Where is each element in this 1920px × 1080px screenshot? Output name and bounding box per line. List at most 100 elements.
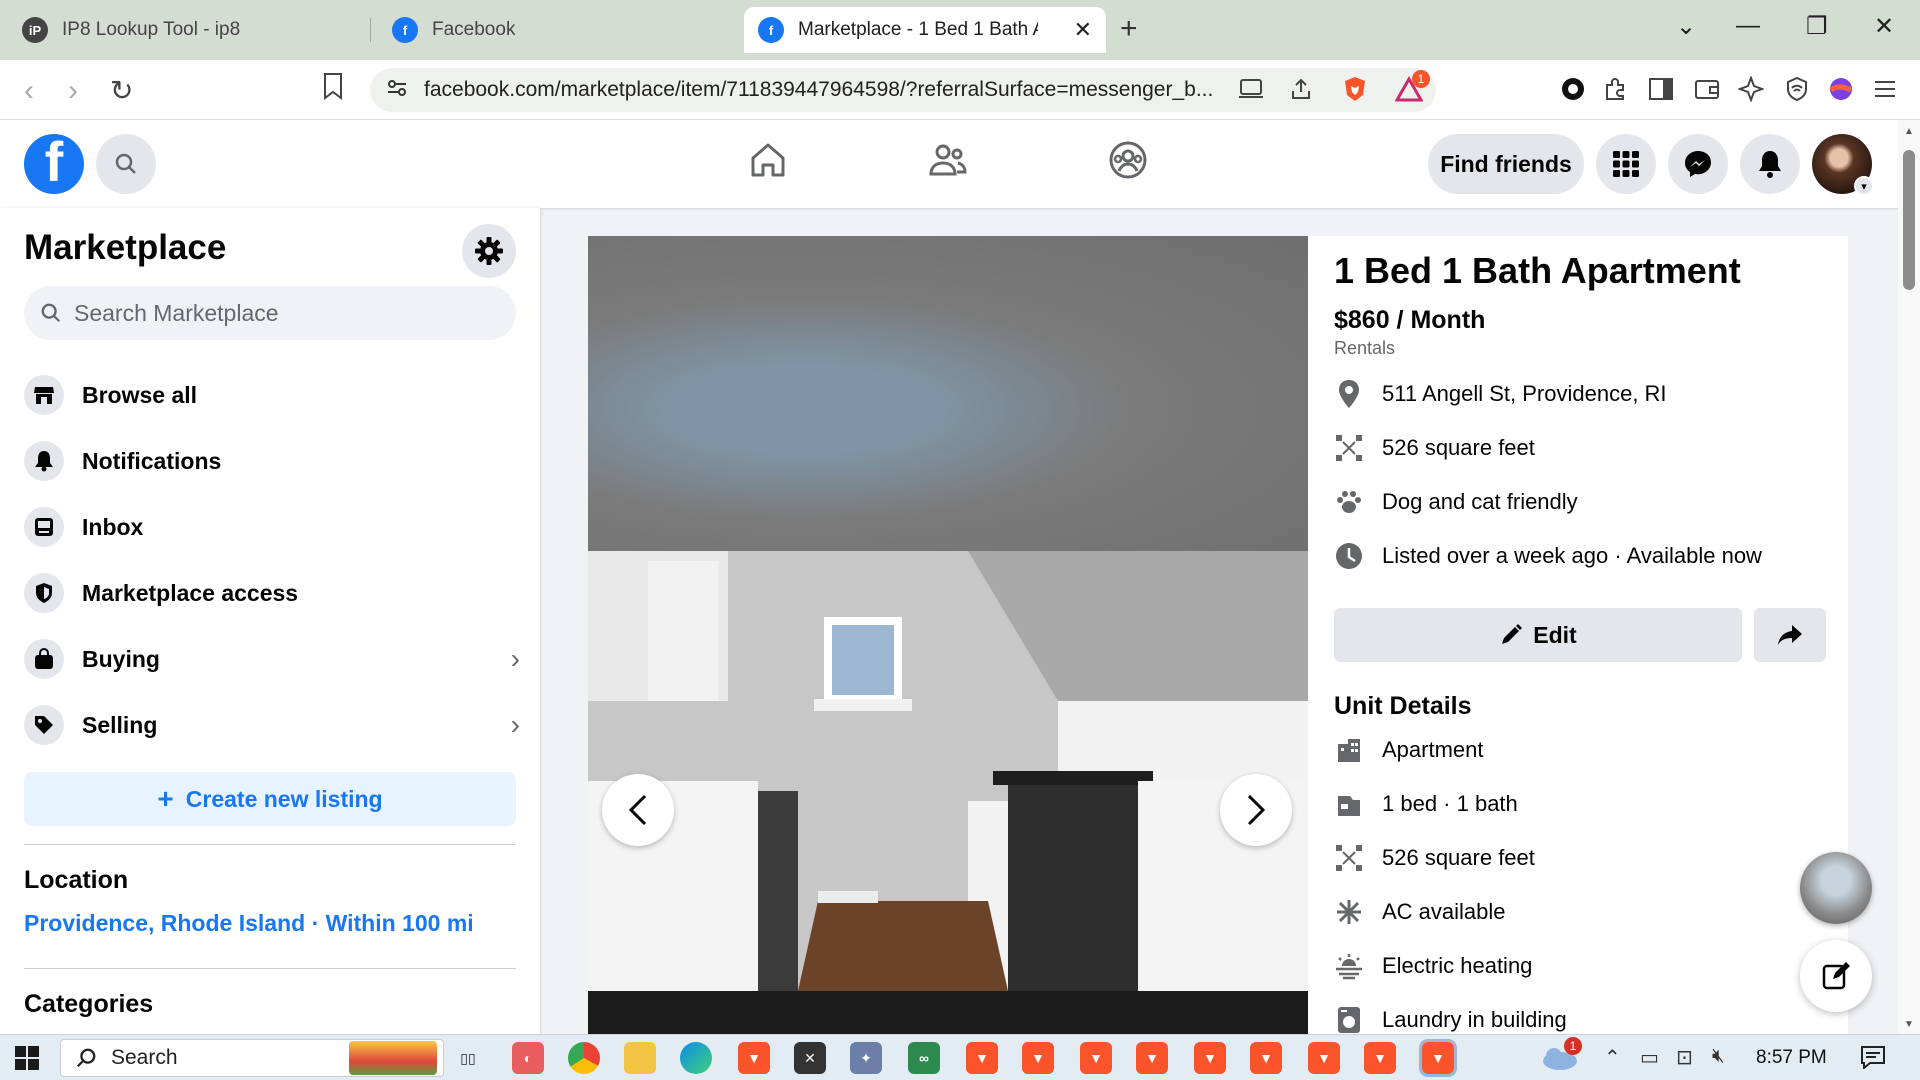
search-icon <box>41 303 61 323</box>
leo-ai-icon[interactable] <box>1736 74 1766 104</box>
taskbar-app-icon[interactable]: ✕ <box>794 1042 826 1074</box>
new-message-button[interactable] <box>1800 940 1872 1012</box>
listing-photo[interactable] <box>588 236 1308 1034</box>
create-new-listing-button[interactable]: + Create new listing <box>24 772 516 826</box>
shopping-bag-icon <box>24 639 64 679</box>
address-bar[interactable]: facebook.com/marketplace/item/7118394479… <box>370 68 1436 112</box>
friends-icon[interactable] <box>928 140 968 185</box>
facebook-search-button[interactable] <box>96 134 156 194</box>
profile-orb-icon[interactable] <box>1826 74 1856 104</box>
restore-button[interactable]: ❐ <box>1806 12 1828 41</box>
edit-listing-button[interactable]: Edit <box>1334 608 1742 662</box>
home-icon[interactable] <box>748 140 788 185</box>
scroll-up-arrow-icon[interactable]: ▲ <box>1904 126 1914 137</box>
close-window-button[interactable]: ✕ <box>1874 12 1894 41</box>
brave-icon[interactable]: ▼ <box>1136 1042 1168 1074</box>
messenger-button[interactable] <box>1668 134 1728 194</box>
marketplace-search-input[interactable]: Search Marketplace <box>24 286 516 340</box>
scrollbar-thumb[interactable] <box>1903 150 1915 290</box>
brave-icon[interactable]: ▼ <box>1308 1042 1340 1074</box>
facebook-logo[interactable]: f <box>24 134 84 194</box>
notifications-button[interactable] <box>1740 134 1800 194</box>
weather-icon[interactable]: 1 <box>1540 1037 1582 1077</box>
sidebar-item-browse-all[interactable]: Browse all <box>24 368 520 422</box>
forward-button[interactable]: › <box>68 74 78 108</box>
brave-rewards-icon[interactable]: 1 <box>1394 70 1430 104</box>
location-filter-link[interactable]: Providence, Rhode Island · Within 100 mi <box>24 910 474 937</box>
ip8-favicon-icon: iP <box>22 17 48 43</box>
share-listing-button[interactable] <box>1754 608 1826 662</box>
reload-button[interactable]: ↻ <box>110 74 133 107</box>
brave-icon-active[interactable]: ▼ <box>1419 1039 1457 1077</box>
brave-icon[interactable]: ▼ <box>1364 1042 1396 1074</box>
weather-badge: 1 <box>1564 1037 1582 1055</box>
find-friends-button[interactable]: Find friends <box>1428 134 1584 194</box>
tab-ip8[interactable]: iP IP8 Lookup Tool - ip8 <box>8 7 368 53</box>
brave-icon[interactable]: ▼ <box>966 1042 998 1074</box>
taskbar-app-icon[interactable]: ◐ <box>512 1042 544 1074</box>
fact-row-address[interactable]: 511 Angell St, Providence, RI <box>1332 374 1667 414</box>
gear-icon <box>475 237 503 265</box>
task-view-icon[interactable]: ▯▯ <box>452 1042 484 1074</box>
taskbar-app-icon[interactable]: ∞ <box>908 1042 940 1074</box>
share-page-icon[interactable] <box>1286 74 1316 104</box>
brave-icon[interactable]: ▼ <box>1250 1042 1282 1074</box>
brave-icon[interactable]: ▼ <box>1080 1042 1112 1074</box>
browser-menu-icon[interactable] <box>1870 74 1900 104</box>
storefront-icon <box>24 375 64 415</box>
fact-text: 526 square feet <box>1382 435 1535 460</box>
shield-icon <box>24 573 64 613</box>
brave-icon[interactable]: ▼ <box>738 1042 770 1074</box>
brave-icon[interactable]: ▼ <box>1022 1042 1054 1074</box>
record-extension-icon[interactable] <box>1558 74 1588 104</box>
network-icon[interactable]: ⊡ <box>1676 1045 1693 1070</box>
taskbar-search-box[interactable]: Search <box>60 1039 444 1077</box>
sidebar-item-selling[interactable]: Selling › <box>24 698 520 752</box>
menu-button[interactable] <box>1596 134 1656 194</box>
cast-icon[interactable] <box>1236 74 1266 104</box>
previous-photo-button[interactable] <box>602 774 674 846</box>
paw-icon <box>1332 485 1366 519</box>
tab-marketplace[interactable]: f Marketplace - 1 Bed 1 Bath Apar ✕ <box>744 7 1106 53</box>
sidebar-item-label: Selling <box>82 711 158 738</box>
notification-center-icon[interactable] <box>1860 1045 1886 1075</box>
brave-icon[interactable]: ▼ <box>1194 1042 1226 1074</box>
sidebar-item-buying[interactable]: Buying › <box>24 632 520 686</box>
tab-title: Marketplace - 1 Bed 1 Bath Apar <box>798 19 1038 40</box>
wallet-icon[interactable] <box>1692 74 1722 104</box>
scroll-down-arrow-icon[interactable]: ▼ <box>1904 1019 1914 1030</box>
close-tab-icon[interactable]: ✕ <box>1074 17 1092 43</box>
sidebar-item-marketplace-access[interactable]: Marketplace access <box>24 566 520 620</box>
building-icon <box>1332 733 1366 767</box>
chrome-icon[interactable] <box>568 1042 600 1074</box>
chevron-down-icon[interactable]: ▾ <box>1854 176 1874 196</box>
sidebar-item-notifications[interactable]: Notifications <box>24 434 520 488</box>
listing-category[interactable]: Rentals <box>1334 338 1395 359</box>
brave-shields-icon[interactable] <box>1340 74 1370 104</box>
page-scrollbar[interactable]: ▲ ▼ <box>1898 120 1920 1034</box>
sidebar-item-inbox[interactable]: Inbox <box>24 500 520 554</box>
start-button[interactable] <box>14 1045 40 1076</box>
site-settings-icon[interactable] <box>386 77 408 104</box>
next-photo-button[interactable] <box>1220 774 1292 846</box>
battery-icon[interactable]: ▭ <box>1640 1045 1659 1070</box>
new-tab-button[interactable]: + <box>1120 12 1138 46</box>
marketplace-settings-button[interactable] <box>462 224 516 278</box>
sidebar-toggle-icon[interactable] <box>1646 74 1676 104</box>
groups-icon[interactable] <box>1108 140 1148 185</box>
tab-search-chevron-icon[interactable]: ⌄ <box>1676 12 1696 41</box>
minimize-button[interactable]: — <box>1736 12 1760 40</box>
tab-facebook[interactable]: f Facebook <box>378 7 738 53</box>
area-icon <box>1332 841 1366 875</box>
extensions-icon[interactable] <box>1600 74 1630 104</box>
vpn-icon[interactable] <box>1782 74 1812 104</box>
taskbar-app-icon[interactable]: ✦ <box>850 1042 882 1074</box>
bookmark-icon[interactable] <box>322 72 344 108</box>
volume-muted-icon[interactable]: 🔇︎ <box>1712 1045 1725 1068</box>
chat-head-thumbnail[interactable] <box>1800 852 1872 924</box>
back-button[interactable]: ‹ <box>24 74 34 108</box>
show-hidden-icons-icon[interactable]: ⌃ <box>1604 1045 1621 1070</box>
edge-icon[interactable] <box>680 1042 712 1074</box>
taskbar-clock[interactable]: 8:57 PM <box>1756 1047 1827 1069</box>
file-explorer-icon[interactable] <box>624 1042 656 1074</box>
